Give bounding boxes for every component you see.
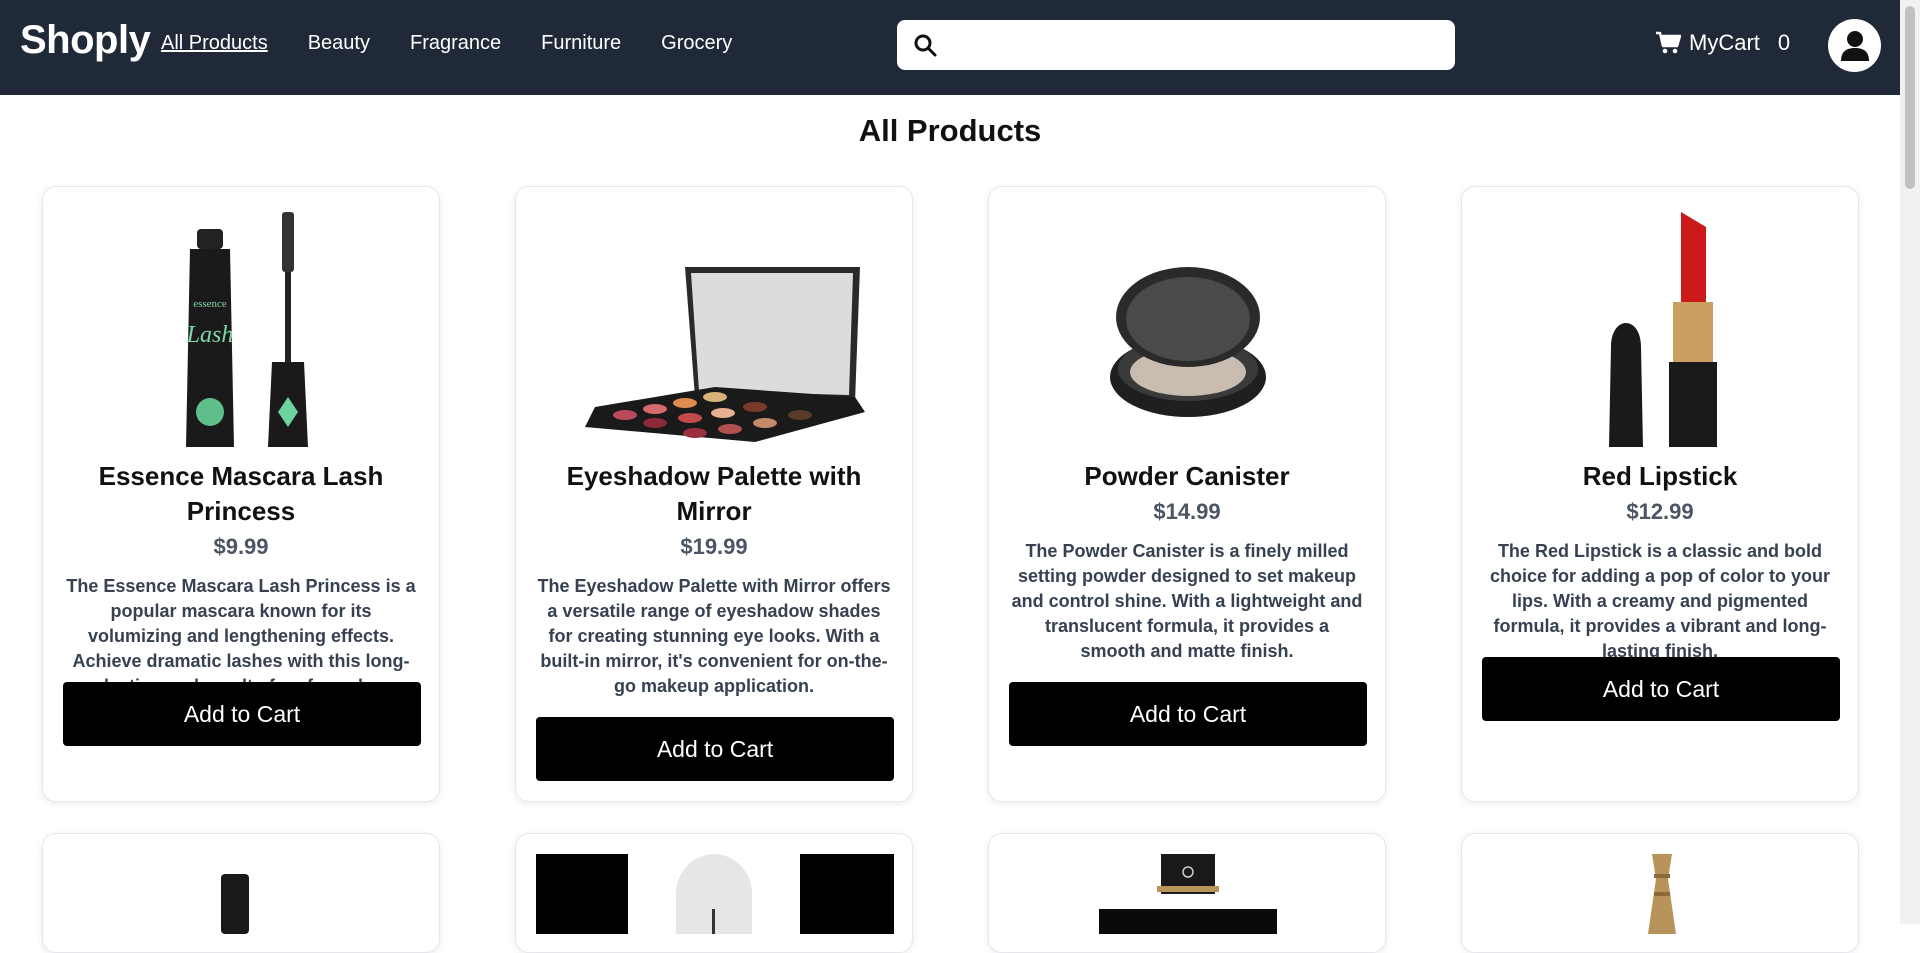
user-icon bbox=[1840, 30, 1869, 61]
mascara-image: essence Lash bbox=[186, 212, 308, 447]
cart-button[interactable]: MyCart 0 bbox=[1655, 30, 1790, 56]
product-price: $14.99 bbox=[1153, 499, 1221, 524]
product-card-body: Red Lipstick $12.99 The Red Lipstick is … bbox=[1477, 459, 1843, 664]
product-card bbox=[988, 833, 1386, 953]
product-description: The Essence Mascara Lash Princess is a p… bbox=[66, 576, 416, 696]
perfume-black-image bbox=[1099, 854, 1277, 934]
nav-link-fragrance[interactable]: Fragrance bbox=[410, 32, 501, 55]
add-to-cart-button[interactable]: Add to Cart bbox=[1009, 682, 1367, 746]
scrollbar-thumb[interactable] bbox=[1905, 6, 1915, 189]
product-card bbox=[515, 833, 913, 953]
product-image bbox=[536, 207, 894, 447]
product-card bbox=[1461, 833, 1859, 953]
product-card: Red Lipstick $12.99 The Red Lipstick is … bbox=[1461, 186, 1859, 802]
nav-link-all-products[interactable]: All Products bbox=[161, 32, 268, 55]
scrollbar[interactable] bbox=[1900, 0, 1920, 924]
add-to-cart-button[interactable]: Add to Cart bbox=[1482, 657, 1840, 721]
user-avatar-button[interactable] bbox=[1828, 19, 1881, 72]
lipstick-image bbox=[1609, 212, 1717, 447]
product-price: $19.99 bbox=[680, 534, 748, 559]
product-description: The Red Lipstick is a classic and bold c… bbox=[1489, 541, 1830, 661]
nav-links: All Products Beauty Fragrance Furniture … bbox=[161, 32, 732, 55]
nav-link-furniture[interactable]: Furniture bbox=[541, 32, 621, 55]
cart-icon bbox=[1656, 31, 1681, 54]
product-card-body: Powder Canister $14.99 The Powder Canist… bbox=[1004, 459, 1370, 664]
navbar: Shoply All Products Beauty Fragrance Fur… bbox=[0, 0, 1900, 95]
product-price: $12.99 bbox=[1626, 499, 1694, 524]
page-title: All Products bbox=[858, 113, 1042, 148]
search-icon[interactable] bbox=[913, 33, 937, 57]
product-card-body: Essence Mascara Lash Princess $9.99 The … bbox=[58, 459, 424, 699]
product-card: essence Lash Essence Mascara Lash Prince… bbox=[42, 186, 440, 802]
product-card bbox=[42, 833, 440, 953]
gold-perfume-image bbox=[1648, 854, 1676, 934]
product-image bbox=[1482, 207, 1840, 447]
add-to-cart-button[interactable]: Add to Cart bbox=[63, 682, 421, 746]
add-to-cart-button[interactable]: Add to Cart bbox=[536, 717, 894, 781]
product-price: $9.99 bbox=[213, 534, 269, 559]
product-title: Powder Canister bbox=[1084, 461, 1290, 491]
product-card: Powder Canister $14.99 The Powder Canist… bbox=[988, 186, 1386, 802]
svg-text:Lash: Lash bbox=[186, 322, 234, 348]
search-input[interactable] bbox=[947, 24, 1445, 66]
product-image bbox=[1009, 207, 1367, 447]
product-description: The Eyeshadow Palette with Mirror offers… bbox=[537, 576, 891, 696]
cart-count: 0 bbox=[1777, 30, 1791, 55]
product-description: The Powder Canister is a finely milled s… bbox=[1011, 541, 1363, 661]
search-bar bbox=[897, 20, 1455, 70]
svg-text:essence: essence bbox=[193, 298, 227, 310]
powder-canister-image bbox=[1110, 267, 1266, 417]
product-image: essence Lash bbox=[63, 207, 421, 447]
eyeshadow-palette-image bbox=[585, 267, 865, 442]
product-card: Eyeshadow Palette with Mirror $19.99 The… bbox=[515, 186, 913, 802]
brand-logo[interactable]: Shoply bbox=[20, 18, 151, 63]
nav-link-beauty[interactable]: Beauty bbox=[308, 32, 370, 55]
product-title: Red Lipstick bbox=[1582, 461, 1738, 491]
product-title: Eyeshadow Palette with Mirror bbox=[566, 461, 862, 526]
nail-polish-image bbox=[221, 874, 249, 934]
product-title: Essence Mascara Lash Princess bbox=[98, 461, 384, 526]
perfume-bottle-image bbox=[536, 854, 894, 934]
product-card-body: Eyeshadow Palette with Mirror $19.99 The… bbox=[531, 459, 897, 699]
nav-link-grocery[interactable]: Grocery bbox=[661, 32, 732, 55]
cart-label: MyCart bbox=[1689, 30, 1760, 55]
